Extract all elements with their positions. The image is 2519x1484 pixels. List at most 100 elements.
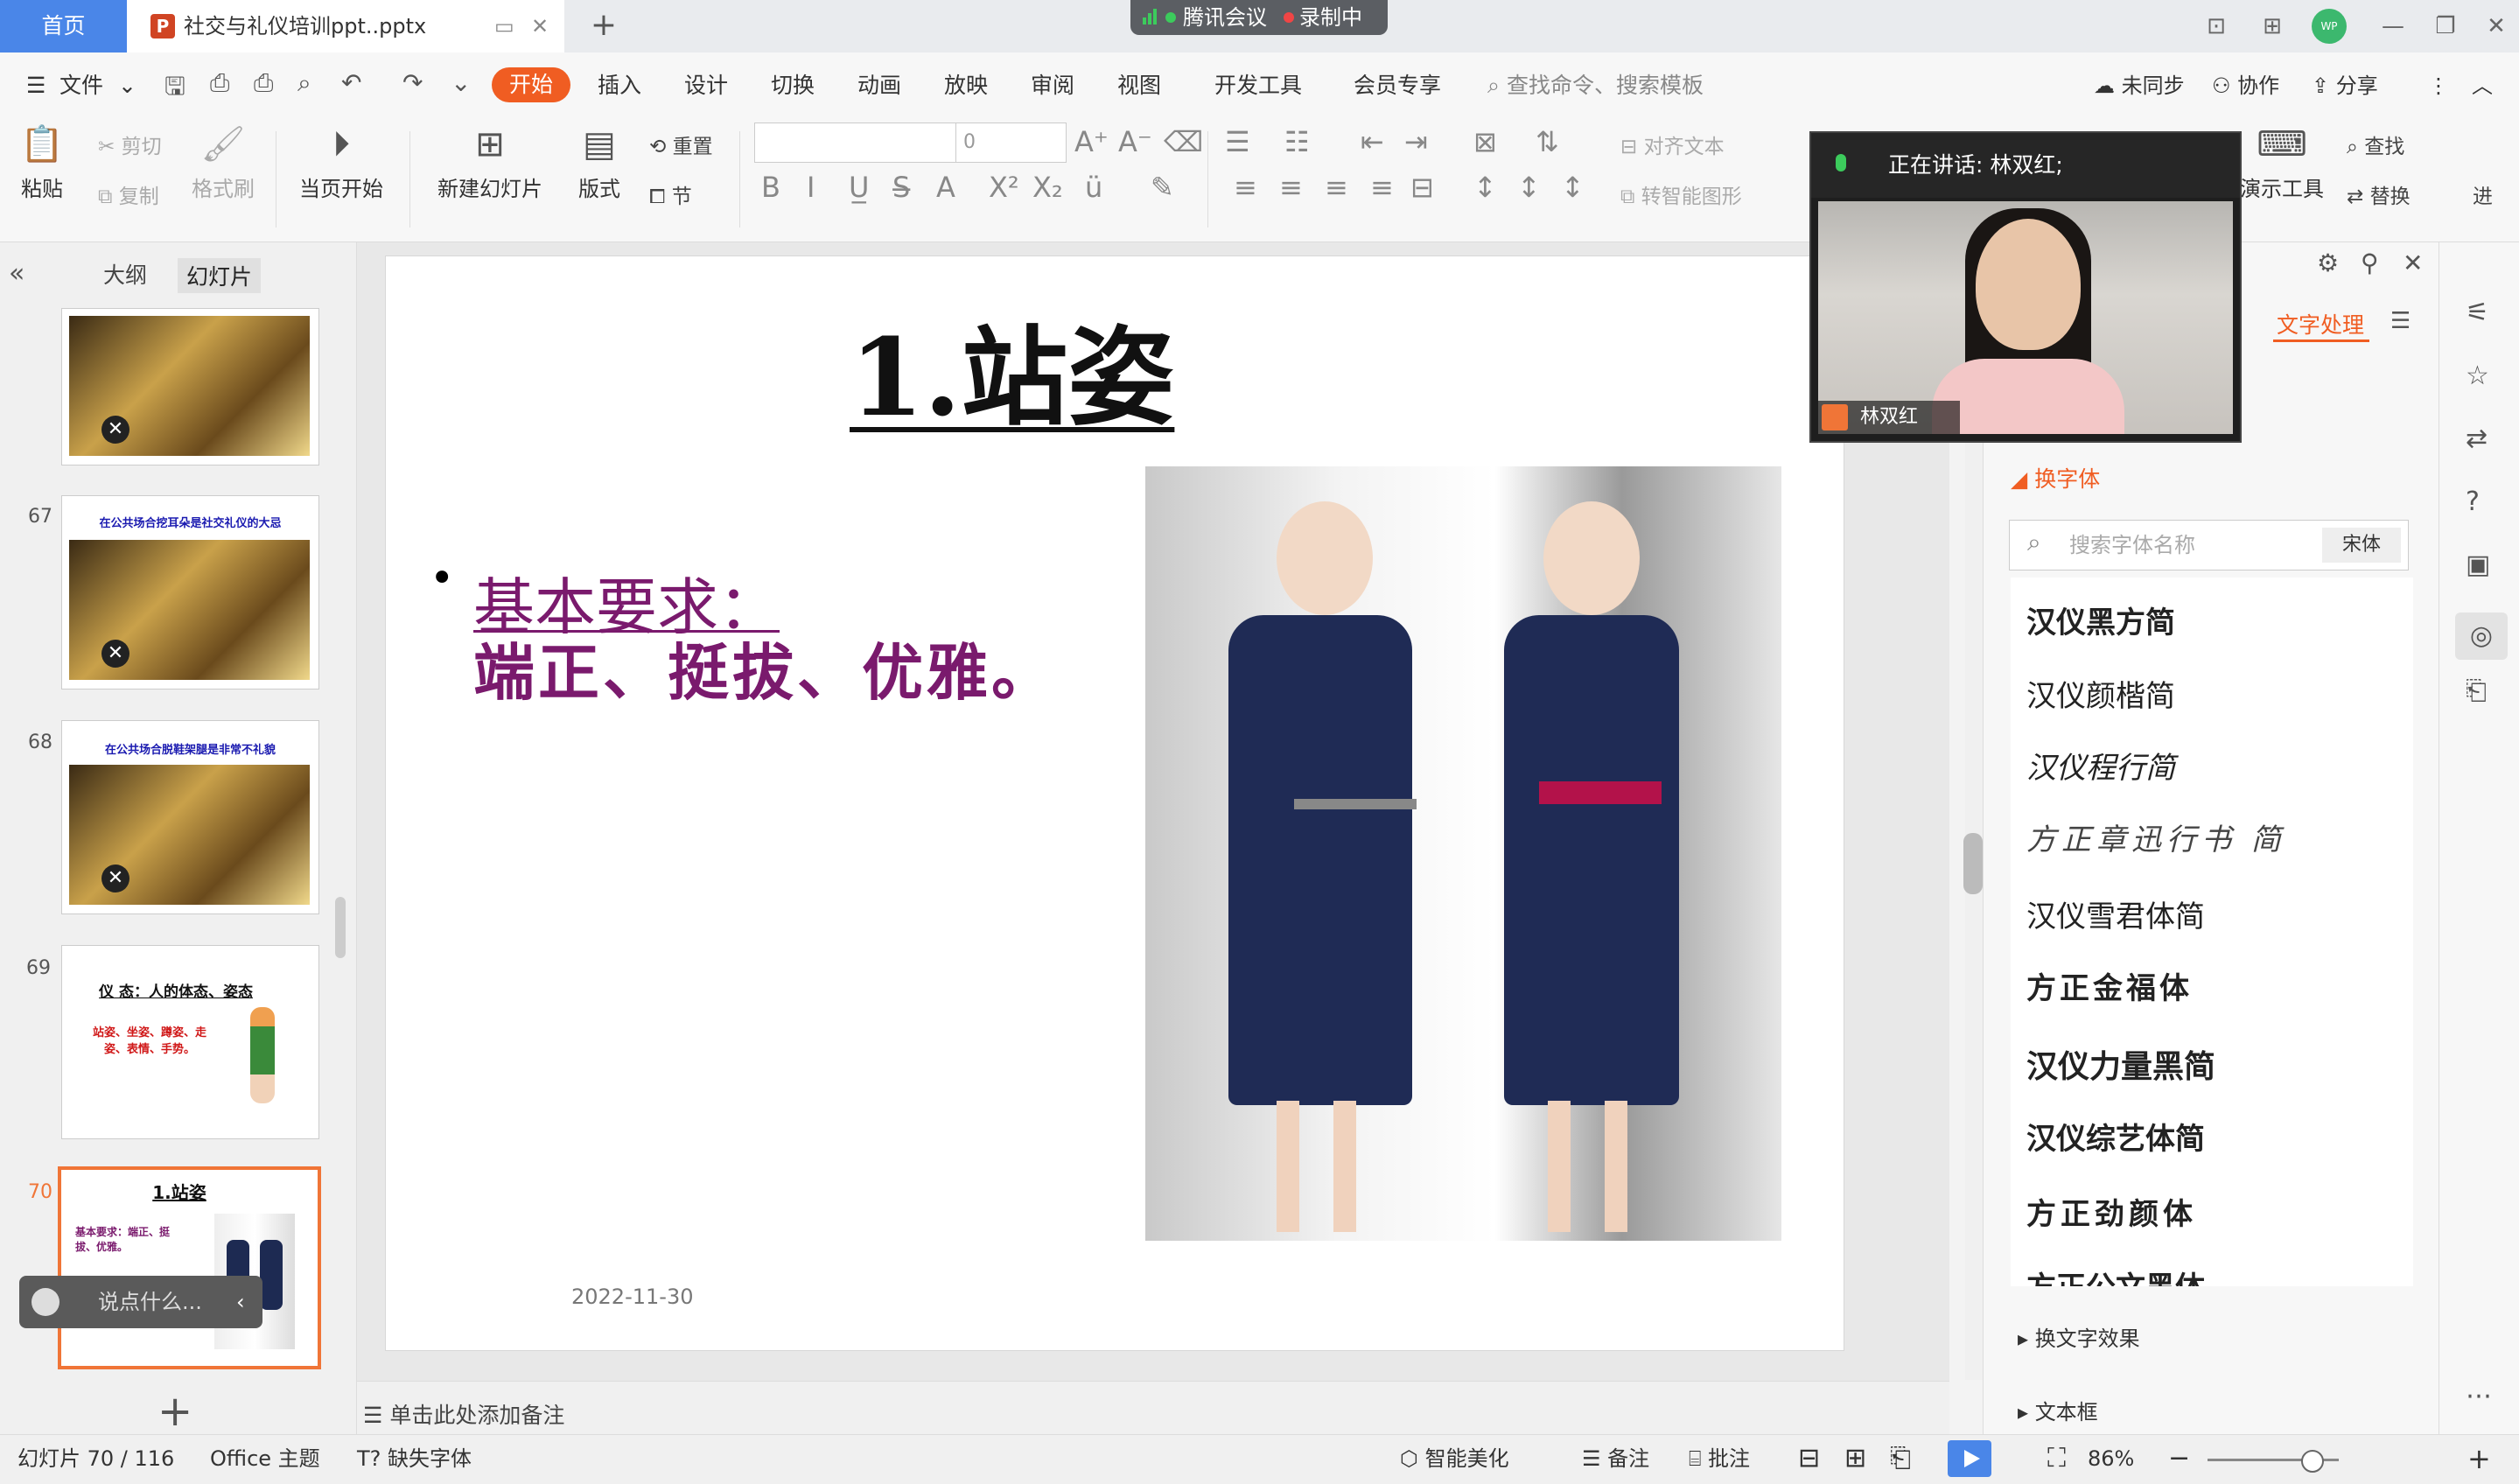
- subscript-icon[interactable]: X₂: [1032, 171, 1063, 204]
- cut-button[interactable]: ✂ 剪切: [98, 130, 162, 159]
- export-pdf-icon[interactable]: ⎙: [210, 68, 229, 98]
- collapse-comment-icon[interactable]: ‹: [236, 1276, 245, 1328]
- bold-icon[interactable]: B: [761, 171, 780, 204]
- tab-insert[interactable]: 插入: [598, 52, 641, 119]
- meeting-status-pill[interactable]: 腾讯会议 录制中: [1130, 0, 1388, 35]
- align-right-icon[interactable]: ≡: [1325, 171, 1348, 204]
- zoom-level[interactable]: 86%: [2088, 1434, 2134, 1483]
- increase-font-icon[interactable]: A⁺: [1074, 125, 1109, 158]
- image-tool-icon[interactable]: ▣: [2466, 550, 2490, 580]
- underline-icon[interactable]: U̲: [849, 171, 869, 204]
- decrease-indent-icon[interactable]: ⇤: [1361, 125, 1384, 158]
- comment-input[interactable]: 说点什么... ‹: [19, 1276, 262, 1328]
- new-tab-button[interactable]: +: [582, 0, 626, 52]
- present-tools-button[interactable]: ⌨ 演示工具: [2238, 122, 2326, 202]
- tab-developer[interactable]: 开发工具: [1214, 52, 1302, 119]
- tab-start[interactable]: 开始: [492, 67, 570, 102]
- quick-access-more-icon[interactable]: ⌄: [451, 68, 471, 97]
- slide-bullet-line2[interactable]: 端正、挺拔、优雅。: [473, 624, 1056, 712]
- bullet-list-icon[interactable]: ☰: [1225, 125, 1250, 158]
- section-textbox[interactable]: ▸ 文本框: [2018, 1395, 2098, 1425]
- current-font-badge[interactable]: 宋体: [2322, 528, 2401, 563]
- spacing-more-icon[interactable]: ↕: [1561, 171, 1585, 204]
- superscript-icon[interactable]: X²: [989, 171, 1019, 204]
- smart-beautify-button[interactable]: ⬡ 智能美化: [1400, 1434, 1509, 1483]
- tab-slideshow[interactable]: 放映: [944, 52, 988, 119]
- zoom-slider-handle[interactable]: [2301, 1450, 2324, 1473]
- minimize-icon[interactable]: —: [2371, 0, 2415, 52]
- slide-canvas[interactable]: 1.站姿 • 基本要求： 端正、挺拔、优雅。 2022-11-30: [385, 256, 1844, 1351]
- font-item[interactable]: 汉仪程行简: [2026, 744, 2175, 787]
- tab-view[interactable]: 视图: [1117, 52, 1161, 119]
- italic-icon[interactable]: I: [807, 171, 815, 204]
- layout-switch-icon[interactable]: ⊡: [2194, 0, 2238, 52]
- strikethrough-icon[interactable]: S̶: [892, 171, 910, 204]
- notes-placeholder[interactable]: ☰ 单击此处添加备注: [363, 1398, 564, 1430]
- zoom-out-icon[interactable]: −: [2168, 1434, 2190, 1483]
- collapse-ribbon-icon[interactable]: ︿: [2472, 52, 2493, 119]
- close-tab-icon[interactable]: ✕: [531, 0, 549, 52]
- notes-toggle-button[interactable]: ☰ 备注: [1582, 1434, 1649, 1483]
- save-icon[interactable]: 🖫: [164, 68, 185, 110]
- restore-tab-icon[interactable]: ▭: [494, 0, 514, 52]
- book-icon[interactable]: ⎗: [2466, 676, 2487, 706]
- file-menu[interactable]: 文件: [59, 52, 103, 119]
- collaborate-button[interactable]: ⚇ 协作: [2212, 52, 2279, 119]
- home-tab[interactable]: 首页: [0, 0, 127, 52]
- clear-format-icon[interactable]: ⌫: [1164, 125, 1203, 158]
- canvas-scroll-thumb[interactable]: [1963, 833, 1983, 894]
- more-tools-icon[interactable]: ⋯: [2466, 1381, 2492, 1411]
- paste-button[interactable]: 📋 粘贴: [16, 122, 68, 202]
- command-search[interactable]: ⌕ 查找命令、搜索模板: [1487, 52, 1704, 119]
- font-color-icon[interactable]: A: [936, 171, 955, 204]
- copy-button[interactable]: ⧉ 复制: [98, 179, 159, 209]
- font-item[interactable]: 汉仪雪君体简: [2026, 892, 2205, 935]
- font-item[interactable]: 汉仪颜楷简: [2026, 672, 2175, 715]
- thumbnail-scrollbar[interactable]: [335, 897, 346, 958]
- find-button[interactable]: ⌕ 查找: [2347, 130, 2404, 159]
- normal-view-icon[interactable]: ⊟: [1798, 1434, 1820, 1483]
- close-pane-icon[interactable]: ✕: [2403, 248, 2423, 277]
- print-icon[interactable]: ⎙: [254, 68, 273, 98]
- tab-outline[interactable]: 大纲: [103, 258, 147, 290]
- replace-button[interactable]: ⇄ 替换: [2347, 179, 2411, 209]
- align-center-icon[interactable]: ≡: [1279, 171, 1303, 204]
- reset-button[interactable]: ⟲ 重置: [649, 130, 713, 159]
- play-from-current-button[interactable]: ⏵ 当页开始: [293, 122, 389, 202]
- tab-design[interactable]: 设计: [684, 52, 728, 119]
- hamburger-icon[interactable]: ☰: [26, 52, 45, 119]
- line-spacing-icon[interactable]: ↕: [1473, 171, 1497, 204]
- highlight-icon[interactable]: ✎: [1151, 171, 1174, 204]
- slide-thumbnail-active[interactable]: 1.站姿 基本要求：端正、挺拔、优雅。: [58, 1166, 321, 1369]
- tab-review[interactable]: 审阅: [1031, 52, 1074, 119]
- font-search-input[interactable]: ⌕ 搜索字体名称 宋体: [2009, 520, 2409, 570]
- slide-thumbnail[interactable]: 仪 态：人的体态、姿态 站姿、坐姿、蹲姿、走姿、表情、手势。: [61, 945, 319, 1139]
- tab-slides[interactable]: 幻灯片: [178, 258, 262, 293]
- undo-icon[interactable]: ↶: [341, 68, 361, 97]
- close-window-icon[interactable]: ✕: [2474, 0, 2518, 52]
- paragraph-spacing-icon[interactable]: ↕: [1517, 171, 1541, 204]
- font-item[interactable]: 方正公文黑体: [2026, 1264, 2205, 1286]
- numbered-list-icon[interactable]: ☷: [1284, 125, 1310, 158]
- text-direction-icon[interactable]: ⊠: [1473, 125, 1497, 158]
- user-avatar[interactable]: WP: [2312, 9, 2347, 44]
- slide-thumbnail[interactable]: 在公共场合脱鞋架腿是非常不礼貌 ✕: [61, 720, 319, 914]
- phonetic-icon[interactable]: ü: [1085, 171, 1102, 204]
- distribute-icon[interactable]: ⊟: [1410, 171, 1434, 204]
- notes-bar[interactable]: [357, 1381, 1949, 1435]
- more-options-icon[interactable]: ⋮: [2428, 52, 2449, 119]
- video-call-window[interactable]: 正在讲话: 林双红; 林双红: [1809, 131, 2242, 443]
- fit-window-icon[interactable]: ⛶: [2047, 1434, 2066, 1483]
- collapse-panel-icon[interactable]: «: [9, 258, 24, 289]
- section-text-effect[interactable]: ▸ 换文字效果: [2018, 1321, 2140, 1352]
- sort-icon[interactable]: ⇅: [1536, 125, 1559, 158]
- star-icon[interactable]: ☆: [2466, 360, 2489, 391]
- new-slide-button[interactable]: ⊞ 新建幻灯片: [429, 122, 551, 202]
- print-preview-icon[interactable]: ⌕: [297, 68, 311, 98]
- font-item[interactable]: 汉仪黑方简: [2026, 598, 2175, 641]
- section-change-font[interactable]: ◢ 换字体: [2011, 462, 2100, 494]
- format-painter-button[interactable]: 🖌 格式刷: [188, 122, 258, 202]
- reading-view-icon[interactable]: ⎗: [1890, 1434, 1911, 1483]
- font-name-select[interactable]: [754, 122, 957, 163]
- pane-menu-icon[interactable]: ☰: [2390, 308, 2411, 334]
